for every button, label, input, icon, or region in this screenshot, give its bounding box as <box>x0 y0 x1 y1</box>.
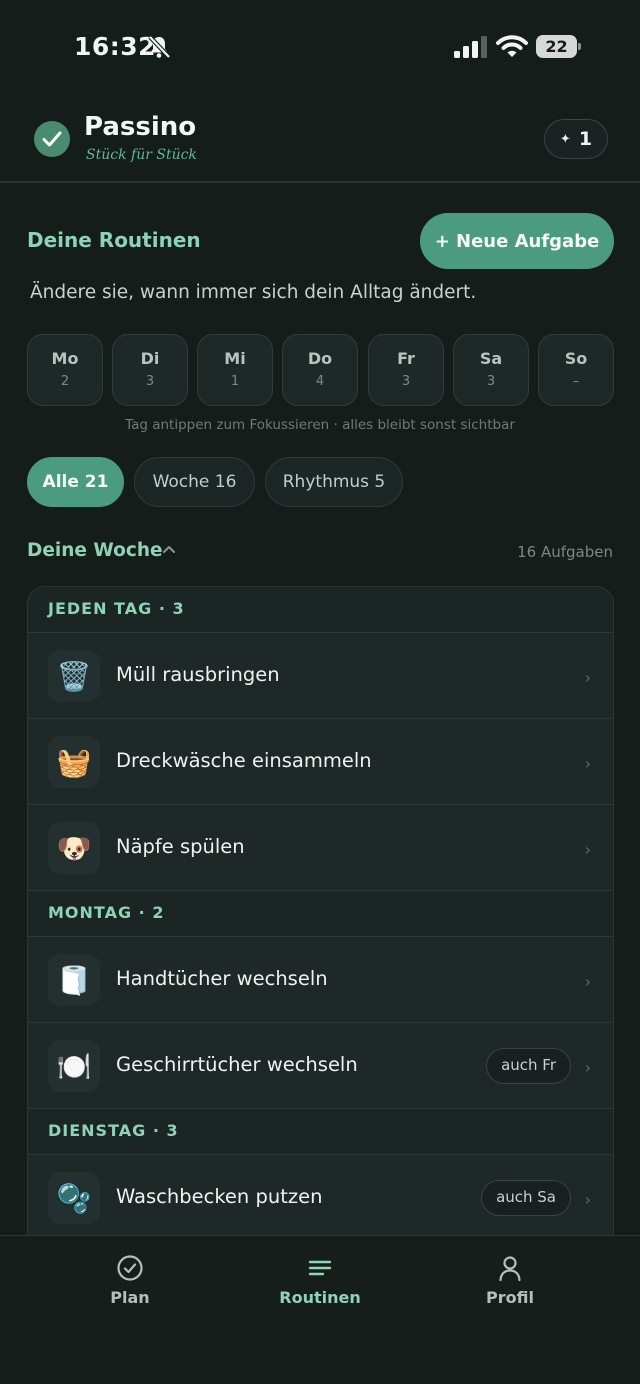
laundry-basket-icon: 🧺 <box>48 736 100 788</box>
task-label: Geschirrtücher wechseln <box>116 1053 358 1076</box>
day-name: Mo <box>51 349 79 368</box>
status-bar: 16:32 22 <box>0 0 640 92</box>
status-time: 16:32 <box>74 32 157 61</box>
day-name: Di <box>140 349 160 368</box>
points-badge[interactable]: ✦ 1 <box>544 119 608 159</box>
chevron-right-icon: › <box>584 1058 591 1077</box>
tab-routines[interactable]: Routinen <box>250 1254 390 1307</box>
wastebasket-icon: 🗑️ <box>48 650 100 702</box>
day-selector: Mo 2 Di 3 Mi 1 Do 4 Fr 3 Sa 3 So – <box>27 334 614 406</box>
group-header-every-day: JEDEN TAG · 3 <box>28 587 613 633</box>
task-row[interactable]: 🐶 Näpfe spülen › <box>28 805 613 891</box>
chevron-right-icon: › <box>584 972 591 991</box>
day-chip-so[interactable]: So – <box>538 334 614 406</box>
day-count: 2 <box>60 374 70 389</box>
routines-title: Deine Routinen <box>27 228 201 252</box>
chevron-right-icon: › <box>584 668 591 687</box>
day-chip-fr[interactable]: Fr 3 <box>368 334 444 406</box>
day-count: – <box>572 374 580 389</box>
check-circle-icon <box>117 1255 143 1281</box>
chevron-right-icon: › <box>584 754 591 773</box>
sparkle-icon: ✦ <box>559 131 571 147</box>
tab-plan[interactable]: Plan <box>60 1254 200 1307</box>
task-row[interactable]: 🗑️ Müll rausbringen › <box>28 633 613 719</box>
week-section-title[interactable]: Deine Woche <box>27 540 163 561</box>
day-chip-mo[interactable]: Mo 2 <box>27 334 103 406</box>
bubbles-icon: 🫧 <box>48 1172 100 1224</box>
app-logo-check-icon <box>34 121 70 157</box>
day-count: 3 <box>145 374 155 389</box>
tab-label: Plan <box>110 1288 150 1307</box>
task-row[interactable]: 🧻 Handtücher wechseln › <box>28 937 613 1023</box>
wifi-icon <box>496 35 528 57</box>
task-row[interactable]: 🫧 Waschbecken putzen auch Sa › <box>28 1155 613 1241</box>
task-label: Näpfe spülen <box>116 835 245 858</box>
day-chip-mi[interactable]: Mi 1 <box>197 334 273 406</box>
day-name: Fr <box>397 349 415 368</box>
chevron-right-icon: › <box>584 1190 591 1209</box>
day-name: So <box>564 349 588 368</box>
task-label: Waschbecken putzen <box>116 1185 323 1208</box>
person-icon <box>499 1256 521 1282</box>
day-name: Mi <box>224 349 246 368</box>
day-chip-sa[interactable]: Sa 3 <box>453 334 529 406</box>
also-day-badge: auch Sa <box>481 1180 571 1216</box>
app-tagline: Stück für Stück <box>86 147 197 163</box>
tab-label: Routinen <box>279 1288 361 1307</box>
also-day-badge: auch Fr <box>486 1048 571 1084</box>
task-row[interactable]: 🍽️ Geschirrtücher wechseln auch Fr › <box>28 1023 613 1109</box>
group-header-tuesday: DIENSTAG · 3 <box>28 1109 613 1155</box>
battery-level: 22 <box>536 35 577 58</box>
app-header: Passino Stück für Stück ✦ 1 <box>0 92 640 183</box>
task-list: JEDEN TAG · 3 🗑️ Müll rausbringen › 🧺 Dr… <box>27 586 614 1246</box>
task-label: Dreckwäsche einsammeln <box>116 749 372 772</box>
day-count: 1 <box>230 374 240 389</box>
day-chip-do[interactable]: Do 4 <box>282 334 358 406</box>
week-task-count: 16 Aufgaben <box>517 543 613 561</box>
filter-rhythm[interactable]: Rhythmus 5 <box>265 457 403 507</box>
group-header-monday: MONTAG · 2 <box>28 891 613 937</box>
dog-icon: 🐶 <box>48 822 100 874</box>
new-task-button[interactable]: + Neue Aufgabe <box>420 213 614 269</box>
task-label: Müll rausbringen <box>116 663 280 686</box>
tab-profile[interactable]: Profil <box>440 1254 580 1307</box>
chevron-up-icon[interactable] <box>162 542 176 556</box>
towel-roll-icon: 🧻 <box>48 954 100 1006</box>
day-name: Do <box>307 349 333 368</box>
task-row[interactable]: 🧺 Dreckwäsche einsammeln › <box>28 719 613 805</box>
day-name: Sa <box>479 349 503 368</box>
day-hint: Tag antippen zum Fokussieren · alles ble… <box>125 417 515 433</box>
day-chip-di[interactable]: Di 3 <box>112 334 188 406</box>
cellular-signal-icon <box>454 36 487 58</box>
bell-muted-icon <box>148 35 171 59</box>
app-name: Passino <box>84 112 197 142</box>
bottom-tab-bar: Plan Routinen Profil <box>0 1235 640 1384</box>
chevron-right-icon: › <box>584 840 591 859</box>
list-icon <box>308 1260 332 1276</box>
task-label: Handtücher wechseln <box>116 967 328 990</box>
day-count: 3 <box>486 374 496 389</box>
battery-indicator: 22 <box>536 35 582 58</box>
day-count: 4 <box>315 374 325 389</box>
filter-all[interactable]: Alle 21 <box>27 457 124 507</box>
day-count: 3 <box>401 374 411 389</box>
tab-label: Profil <box>486 1288 534 1307</box>
points-value: 1 <box>578 128 593 150</box>
filter-week[interactable]: Woche 16 <box>134 457 255 507</box>
routines-subtitle: Ändere sie, wann immer sich dein Alltag … <box>30 282 477 303</box>
plate-cutlery-icon: 🍽️ <box>48 1040 100 1092</box>
